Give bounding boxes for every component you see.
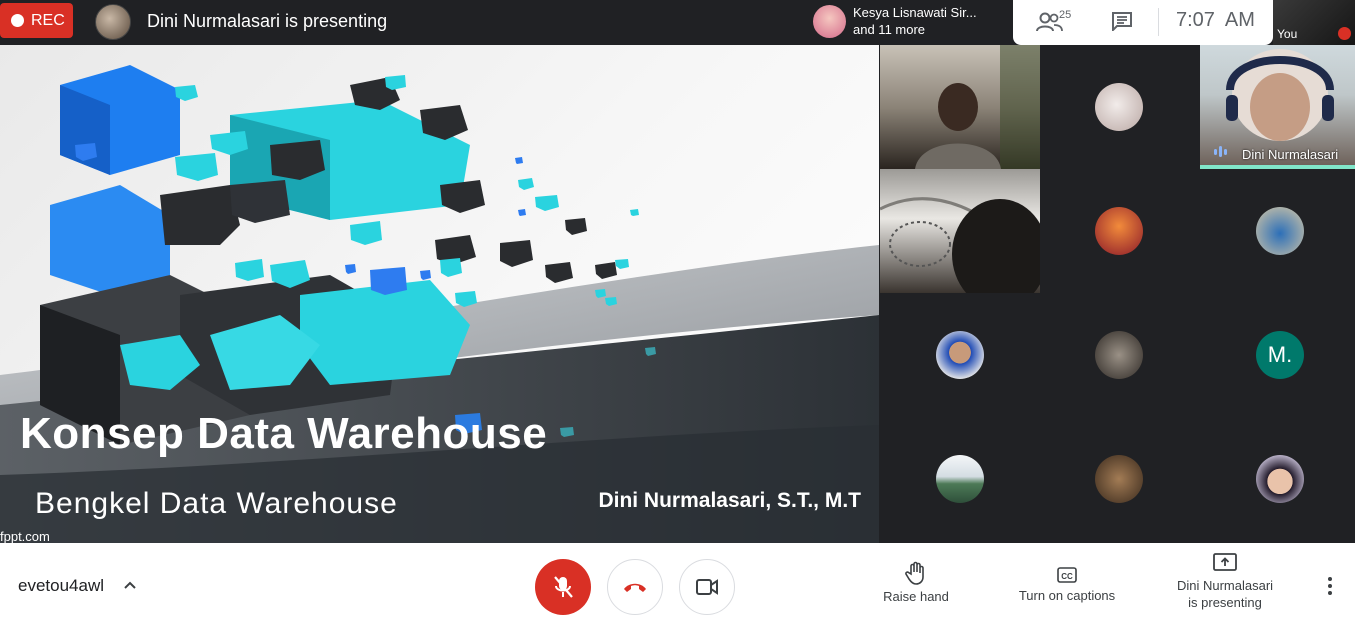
mic-muted-icon: [1338, 27, 1351, 40]
active-speaker-tile[interactable]: Dini Nurmalasari: [1200, 45, 1355, 169]
leave-call-button[interactable]: [607, 559, 663, 615]
captions-button[interactable]: CC Turn on captions: [1010, 561, 1124, 603]
mic-off-icon: [554, 576, 573, 598]
participant-video: [879, 197, 1048, 309]
participants-grid: Dini Nurmalasari M.: [879, 45, 1355, 543]
presenting-button[interactable]: Dini Nurmalasari is presenting: [1168, 553, 1282, 611]
meeting-info-card: 25 7:07 AM: [1013, 0, 1273, 45]
participant-name: Dini Nurmalasari: [1242, 147, 1339, 162]
captions-label: Turn on captions: [1018, 588, 1116, 603]
slide-author: Dini Nurmalasari, S.T., M.T: [598, 489, 861, 512]
slide-title: Konsep Data Warehouse: [20, 409, 548, 458]
top-bar: REC Dini Nurmalasari is presenting Kesya…: [0, 0, 1355, 45]
clock: 7:07 AM: [1176, 9, 1255, 31]
raise-hand-button[interactable]: Raise hand: [872, 561, 960, 604]
cc-icon: CC: [1057, 567, 1077, 583]
participant-tile[interactable]: [1200, 417, 1355, 541]
participant-avatar: [1095, 331, 1143, 379]
phone-hangup-icon: [624, 583, 646, 592]
presenting-banner: Dini Nurmalasari is presenting: [147, 11, 388, 31]
slide-subtitle: Bengkel Data Warehouse: [35, 487, 398, 520]
raise-hand-label: Raise hand: [883, 589, 949, 604]
participant-avatar: [936, 331, 984, 379]
participant-letter-avatar: M.: [1256, 331, 1304, 379]
participant-preview-more: and 11 more: [853, 22, 926, 37]
more-vert-icon[interactable]: [1321, 575, 1339, 597]
present-screen-icon: [1213, 553, 1237, 571]
participant-avatar: [1095, 207, 1143, 255]
self-label: You: [1277, 27, 1298, 41]
chat-icon[interactable]: [1111, 11, 1133, 31]
participant-avatar: [1256, 207, 1304, 255]
presentation-slide: Konsep Data Warehouse Bengkel Data Wareh…: [0, 45, 879, 543]
hand-icon: [905, 561, 924, 585]
participants-preview[interactable]: Kesya Lisnawati Sir... and 11 more: [806, 0, 1013, 45]
camera-toggle-button[interactable]: [679, 559, 735, 615]
presenting-label-line1: Dini Nurmalasari: [1176, 578, 1274, 593]
camera-icon: [696, 579, 718, 595]
participant-tile[interactable]: [1039, 169, 1199, 293]
participant-avatar: [1095, 455, 1143, 503]
participant-avatar: [1095, 83, 1143, 131]
participant-tile[interactable]: [1039, 293, 1199, 417]
participant-tile[interactable]: [1039, 417, 1199, 541]
audio-level-icon: [1214, 146, 1227, 157]
participant-video: [915, 45, 1040, 169]
record-dot-icon: [11, 14, 24, 27]
participant-video-tile[interactable]: [879, 169, 1048, 309]
recording-indicator[interactable]: REC: [0, 3, 73, 38]
meet-window: REC Dini Nurmalasari is presenting Kesya…: [0, 0, 1355, 625]
slide-artwork: [0, 65, 879, 543]
participant-avatar: [936, 455, 984, 503]
rec-label: REC: [31, 11, 65, 29]
participant-avatar: [813, 5, 846, 38]
participant-video-tile[interactable]: [880, 45, 1040, 169]
participant-preview-name: Kesya Lisnawati Sir...: [853, 5, 977, 20]
presenter-avatar: [95, 4, 131, 40]
self-view-tile[interactable]: You: [1273, 0, 1355, 45]
presenting-label-line2: is presenting: [1188, 595, 1262, 610]
participant-tile[interactable]: [880, 417, 1040, 541]
bottom-toolbar: evetou4awl Raise hand CC Turn on caption…: [0, 543, 1355, 625]
meeting-code[interactable]: evetou4awl: [18, 576, 104, 596]
participant-tile[interactable]: [1039, 45, 1199, 169]
mic-toggle-button[interactable]: [535, 559, 591, 615]
chevron-up-icon[interactable]: [122, 577, 138, 593]
slide-footer: fppt.com: [0, 529, 50, 543]
svg-text:CC: CC: [1061, 572, 1073, 581]
participant-tile[interactable]: [880, 293, 1040, 417]
divider: [1158, 8, 1159, 36]
participant-avatar: [1256, 455, 1304, 503]
participant-tile[interactable]: M.: [1200, 293, 1355, 417]
participant-tile[interactable]: [1200, 169, 1355, 293]
participant-count: 25: [1059, 9, 1072, 21]
